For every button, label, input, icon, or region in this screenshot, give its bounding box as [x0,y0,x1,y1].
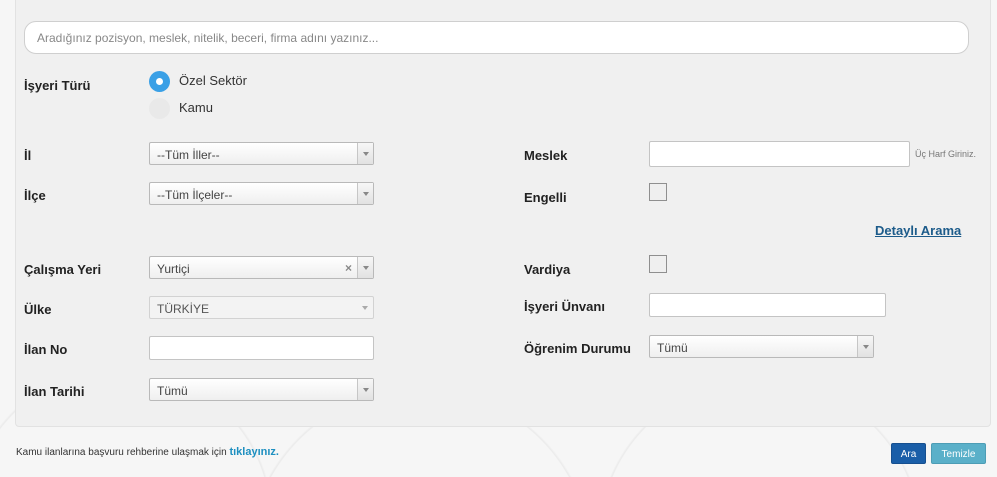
ilce-label: İlçe [24,188,46,203]
ogrenim-select[interactable]: Tümü [649,335,874,358]
ilan-tarihi-label: İlan Tarihi [24,384,85,399]
calisma-yeri-select[interactable]: Yurtiçi × [149,256,374,279]
calisma-yeri-select-value: Yurtiçi [157,262,190,276]
ulke-select: TÜRKİYE [149,296,374,319]
radio-ozel-sektor[interactable] [149,71,170,92]
ilce-select[interactable]: --Tüm İlçeler-- [149,182,374,205]
footer-note-text: Kamu ilanlarına başvuru rehberine ulaşma… [16,447,227,458]
ogrenim-select-value: Tümü [657,341,688,355]
ilan-tarihi-select[interactable]: Tümü [149,378,374,401]
ilan-no-label: İlan No [24,342,68,357]
ulke-select-value: TÜRKİYE [157,302,210,316]
isyeri-unvani-input[interactable] [649,293,886,317]
detayli-arama-link[interactable]: Detaylı Arama [875,223,961,238]
engelli-checkbox[interactable] [649,183,667,201]
footer-guide-link[interactable]: tıklayınız. [229,446,279,458]
radio-kamu-label: Kamu [179,100,213,115]
chevron-down-icon [857,336,873,357]
engelli-label: Engelli [524,190,567,205]
ilce-select-value: --Tüm İlçeler-- [157,188,233,202]
search-panel [15,0,991,427]
search-button[interactable]: Ara [891,443,926,464]
isyeri-unvani-label: İşyeri Ünvanı [524,299,605,314]
ilan-no-input[interactable] [149,336,374,360]
chevron-down-icon [357,143,373,164]
ogrenim-label: Öğrenim Durumu [524,341,631,356]
chevron-down-icon [357,297,373,318]
search-input[interactable] [24,21,969,54]
calisma-yeri-label: Çalışma Yeri [24,262,102,277]
meslek-label: Meslek [524,148,568,163]
chevron-down-icon [357,379,373,400]
clear-button[interactable]: Temizle [931,443,986,464]
chevron-down-icon [357,257,373,278]
radio-ozel-sektor-label: Özel Sektör [179,73,247,88]
il-label: İl [24,148,32,163]
vardiya-label: Vardiya [524,262,571,277]
meslek-input[interactable] [649,141,910,167]
ulke-label: Ülke [24,302,52,317]
meslek-hint: Üç Harf Giriniz. [915,149,977,159]
sector-label: İşyeri Türü [24,78,91,93]
vardiya-checkbox[interactable] [649,255,667,273]
ilan-tarihi-select-value: Tümü [157,384,188,398]
il-select-value: --Tüm İller-- [157,148,220,162]
il-select[interactable]: --Tüm İller-- [149,142,374,165]
radio-kamu[interactable] [149,98,170,119]
footer-note: Kamu ilanlarına başvuru rehberine ulaşma… [16,446,279,458]
chevron-down-icon [357,183,373,204]
clear-icon[interactable]: × [345,261,352,275]
